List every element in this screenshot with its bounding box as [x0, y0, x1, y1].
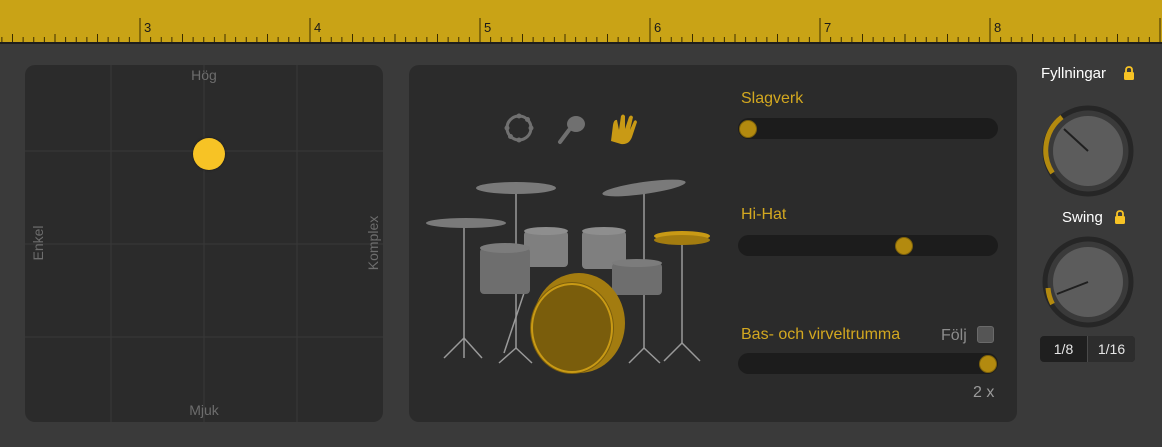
hihat-slider[interactable]	[738, 235, 998, 256]
bar-ruler[interactable]: 3 4 5 6 7 8	[0, 0, 1162, 44]
bar-number-6: 6	[654, 20, 662, 35]
shaker-icon[interactable]	[558, 116, 585, 144]
swing-knob[interactable]	[1042, 236, 1134, 328]
xy-pad-puck[interactable]	[193, 138, 225, 170]
bar-number-7: 7	[824, 20, 832, 35]
fills-lock-icon[interactable]	[1123, 66, 1135, 80]
kick-snare-slider-thumb[interactable]	[979, 354, 997, 373]
xy-label-loud: Hög	[191, 67, 217, 83]
xy-pad[interactable]: Hög Mjuk Enkel Komplex	[25, 65, 383, 422]
tambourine-icon[interactable]	[504, 113, 534, 143]
percussion-label: Slagverk	[741, 90, 804, 107]
swing-resolution-selector: 1/8 1/16	[1040, 336, 1135, 362]
swing-lock-icon[interactable]	[1114, 210, 1126, 224]
follow-checkbox[interactable]	[977, 326, 994, 343]
xy-label-complex: Komplex	[365, 215, 381, 271]
swing-label: Swing	[1062, 209, 1103, 226]
instrument-icons	[504, 113, 637, 145]
kick-snare-label: Bas- och virveltrumma	[741, 326, 901, 343]
percussion-slider[interactable]	[738, 118, 998, 139]
bar-number-4: 4	[314, 20, 322, 35]
follow-label: Följ	[941, 327, 967, 344]
hihat-slider-thumb[interactable]	[895, 236, 913, 255]
resolution-sixteenth-button[interactable]: 1/16	[1088, 336, 1135, 362]
xy-label-soft: Mjuk	[189, 402, 219, 418]
bar-number-3: 3	[144, 20, 152, 35]
bar-number-5: 5	[484, 20, 492, 35]
percussion-slider-thumb[interactable]	[739, 119, 757, 138]
ruler-ticks	[1, 18, 1161, 42]
fills-label: Fyllningar	[1041, 65, 1107, 82]
xy-pad-grid	[25, 65, 383, 422]
kick-snare-slider[interactable]	[738, 353, 998, 374]
resolution-eighth-button[interactable]: 1/8	[1040, 336, 1087, 362]
xy-label-simple: Enkel	[30, 225, 46, 261]
hihat-label: Hi-Hat	[741, 206, 787, 223]
kick-snare-multiplier: 2 x	[973, 384, 995, 401]
drum-kit-panel: Slagverk Hi-Hat Bas- och virveltrumma Fö…	[409, 65, 1017, 422]
drum-kit-illustration	[426, 179, 710, 374]
clap-icon[interactable]	[611, 114, 637, 145]
bar-number-8: 8	[994, 20, 1002, 35]
fills-knob[interactable]	[1042, 105, 1134, 197]
